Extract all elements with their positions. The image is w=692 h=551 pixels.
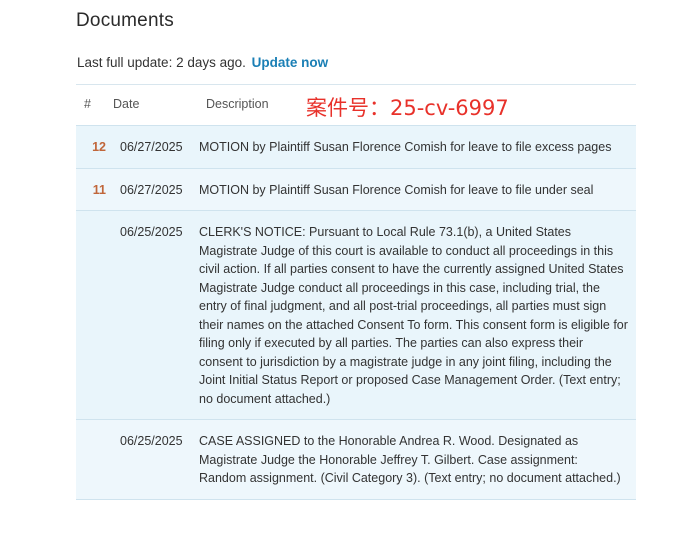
entry-date: 06/27/2025 bbox=[120, 140, 183, 154]
entry-number-link[interactable]: 11 bbox=[76, 181, 106, 200]
column-header-date: Date bbox=[113, 97, 140, 111]
entry-description: MOTION by Plaintiff Susan Florence Comis… bbox=[199, 140, 612, 154]
docket-table: # Date Description 案件号：25-cv-6997 12 06/… bbox=[76, 84, 636, 500]
case-number-overlay: 案件号：25-cv-6997 bbox=[306, 96, 509, 120]
entry-description: CLERK'S NOTICE: Pursuant to Local Rule 7… bbox=[199, 225, 628, 406]
entry-number bbox=[76, 223, 106, 408]
column-header-number: # bbox=[84, 97, 91, 111]
table-row: 12 06/27/2025 MOTION by Plaintiff Susan … bbox=[76, 126, 636, 169]
update-status-text: Last full update: 2 days ago. bbox=[77, 55, 246, 70]
update-now-link[interactable]: Update now bbox=[252, 55, 329, 70]
entry-date: 06/25/2025 bbox=[120, 434, 183, 448]
docket-page: Documents Last full update: 2 days ago. … bbox=[0, 0, 692, 551]
page-title: Documents bbox=[76, 10, 174, 31]
update-status: Last full update: 2 days ago. Update now bbox=[77, 55, 328, 70]
table-row: 06/25/2025 CLERK'S NOTICE: Pursuant to L… bbox=[76, 211, 636, 420]
entry-number bbox=[76, 432, 106, 488]
table-row: 06/25/2025 CASE ASSIGNED to the Honorabl… bbox=[76, 420, 636, 500]
table-header: # Date Description 案件号：25-cv-6997 bbox=[76, 85, 636, 126]
entry-description: MOTION by Plaintiff Susan Florence Comis… bbox=[199, 182, 594, 197]
entry-number-link[interactable]: 12 bbox=[76, 138, 106, 157]
entry-description: CASE ASSIGNED to the Honorable Andrea R.… bbox=[199, 434, 621, 485]
entry-date: 06/27/2025 bbox=[120, 182, 183, 197]
column-header-description: Description bbox=[206, 97, 269, 111]
table-row: 11 06/27/2025 MOTION by Plaintiff Susan … bbox=[76, 168, 636, 211]
entry-date: 06/25/2025 bbox=[120, 225, 183, 239]
